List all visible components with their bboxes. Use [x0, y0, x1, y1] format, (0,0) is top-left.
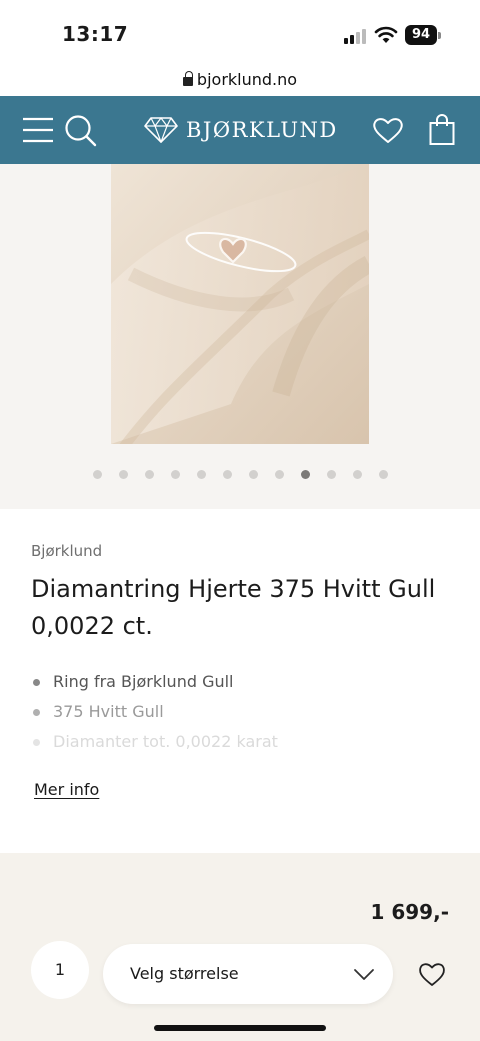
- heart-icon[interactable]: [372, 96, 404, 164]
- gallery-dot[interactable]: [326, 470, 336, 479]
- address-bar[interactable]: bjorklund.no: [0, 66, 480, 96]
- chevron-down-icon: [354, 969, 374, 980]
- product-info: Bjørklund Diamantring Hjerte 375 Hvitt G…: [0, 509, 480, 853]
- gallery-dot[interactable]: [92, 470, 102, 479]
- size-select-label: Velg størrelse: [130, 964, 239, 983]
- product-price: 1 699,-: [370, 900, 449, 924]
- more-info-link[interactable]: Mer info: [34, 780, 99, 799]
- wishlist-heart-icon[interactable]: [418, 961, 446, 991]
- url-text: bjorklund.no: [196, 70, 298, 89]
- site-header: BJØRKLUND: [0, 96, 480, 164]
- battery-tip: [438, 32, 441, 39]
- gallery-dot[interactable]: [118, 470, 128, 479]
- diamond-logo-icon: [144, 117, 178, 143]
- gallery-dot[interactable]: [378, 470, 388, 479]
- logo-text: BJØRKLUND: [186, 118, 338, 142]
- product-image[interactable]: [111, 164, 369, 444]
- purchase-panel: 1 699,- 1 Velg størrelse: [0, 853, 480, 1041]
- quantity-stepper[interactable]: 1: [31, 941, 89, 999]
- product-brand[interactable]: Bjørklund: [31, 542, 102, 560]
- gallery-dot[interactable]: [274, 470, 284, 479]
- product-highlights: Ring fra Bjørklund Gull 375 Hvitt Gull D…: [33, 667, 278, 757]
- signal-icon: [344, 28, 370, 44]
- status-time: 13:17: [62, 22, 129, 46]
- size-select[interactable]: Velg størrelse: [103, 944, 393, 1004]
- product-gallery[interactable]: [0, 164, 480, 509]
- gallery-dot[interactable]: [196, 470, 206, 479]
- gallery-dot[interactable]: [170, 470, 180, 479]
- gallery-dot[interactable]: [352, 470, 362, 479]
- gallery-dot[interactable]: [222, 470, 232, 479]
- gallery-dot[interactable]: [248, 470, 258, 479]
- site-logo[interactable]: BJØRKLUND: [144, 96, 338, 164]
- highlight-item: Diamanter tot. 0,0022 karat: [33, 727, 278, 757]
- gallery-dot-active[interactable]: [300, 470, 310, 479]
- status-bar: 13:17 94: [0, 0, 480, 66]
- battery-icon: 94: [405, 25, 437, 45]
- shopping-bag-icon[interactable]: [429, 96, 455, 164]
- wifi-icon: [374, 25, 398, 45]
- product-title: Diamantring Hjerte 375 Hvitt Gull 0,0022…: [31, 575, 436, 640]
- lock-icon: [182, 71, 193, 86]
- search-icon[interactable]: [63, 96, 97, 164]
- highlight-item: Ring fra Bjørklund Gull: [33, 667, 278, 697]
- highlight-item: 375 Hvitt Gull: [33, 697, 278, 727]
- gallery-pagination: [0, 470, 480, 480]
- menu-icon[interactable]: [22, 96, 54, 164]
- gallery-dot[interactable]: [144, 470, 154, 479]
- home-indicator: [154, 1025, 326, 1031]
